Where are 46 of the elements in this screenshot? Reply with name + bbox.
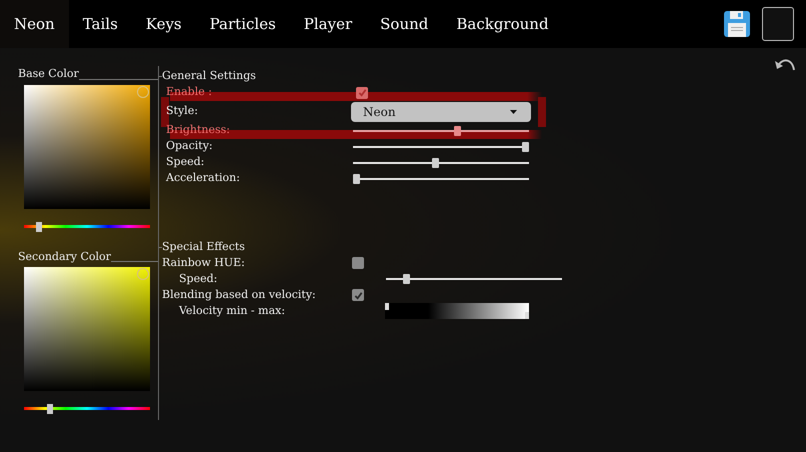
setting-label: Opacity:: [166, 138, 214, 154]
section-title: General Settings: [162, 68, 256, 84]
hue-thumb[interactable]: [36, 222, 42, 232]
slider-thumb[interactable]: [402, 274, 410, 284]
saturation-value-square[interactable]: [24, 267, 150, 391]
picker-title: Secondary Color: [18, 248, 111, 264]
checkbox[interactable]: [352, 257, 364, 269]
square-button[interactable]: [762, 7, 794, 41]
tab[interactable]: Background: [442, 0, 563, 48]
undo-icon[interactable]: [774, 58, 796, 72]
saturation-value-square[interactable]: [24, 84, 150, 208]
tab[interactable]: Sound: [366, 0, 442, 48]
check-icon: [354, 290, 362, 300]
hue-thumb[interactable]: [46, 404, 53, 414]
section-title: Special Effects: [162, 238, 245, 254]
checkbox[interactable]: [352, 289, 364, 301]
caret-icon: [510, 110, 517, 114]
style-dropdown[interactable]: Neon: [351, 102, 531, 122]
setting-label: Style:: [166, 103, 199, 120]
picker-handle[interactable]: [137, 86, 149, 98]
slider-thumb[interactable]: [432, 158, 440, 168]
slider-thumb[interactable]: [454, 126, 462, 136]
setting-label: Speed:: [166, 154, 206, 170]
setting-label: Acceleration:: [166, 170, 241, 186]
hue-track[interactable]: [24, 407, 150, 410]
tab[interactable]: Particles: [196, 0, 290, 48]
setting-label: Enable :: [166, 84, 213, 100]
setting-label: Velocity min - max:: [178, 302, 286, 319]
range-handle[interactable]: [525, 312, 529, 319]
setting-label: Speed:: [178, 270, 218, 287]
tab[interactable]: Player: [290, 0, 366, 48]
checkbox[interactable]: [356, 86, 368, 98]
tab[interactable]: Tails: [68, 0, 132, 48]
tab[interactable]: Neon: [0, 0, 69, 48]
range-handle[interactable]: [385, 303, 389, 310]
highlight-edge: [538, 96, 546, 126]
picker-handle[interactable]: [137, 268, 149, 280]
velocity-range-gradient[interactable]: [385, 303, 529, 319]
setting-label: Blending based on velocity:: [162, 286, 317, 303]
slider-thumb[interactable]: [522, 142, 529, 152]
slider-thumb[interactable]: [353, 174, 360, 184]
check-icon: [358, 88, 366, 97]
hue-track[interactable]: [24, 224, 150, 228]
setting-label: Rainbow HUE:: [162, 254, 246, 271]
tab[interactable]: Keys: [132, 0, 196, 48]
picker-title: Base Color: [18, 66, 79, 82]
